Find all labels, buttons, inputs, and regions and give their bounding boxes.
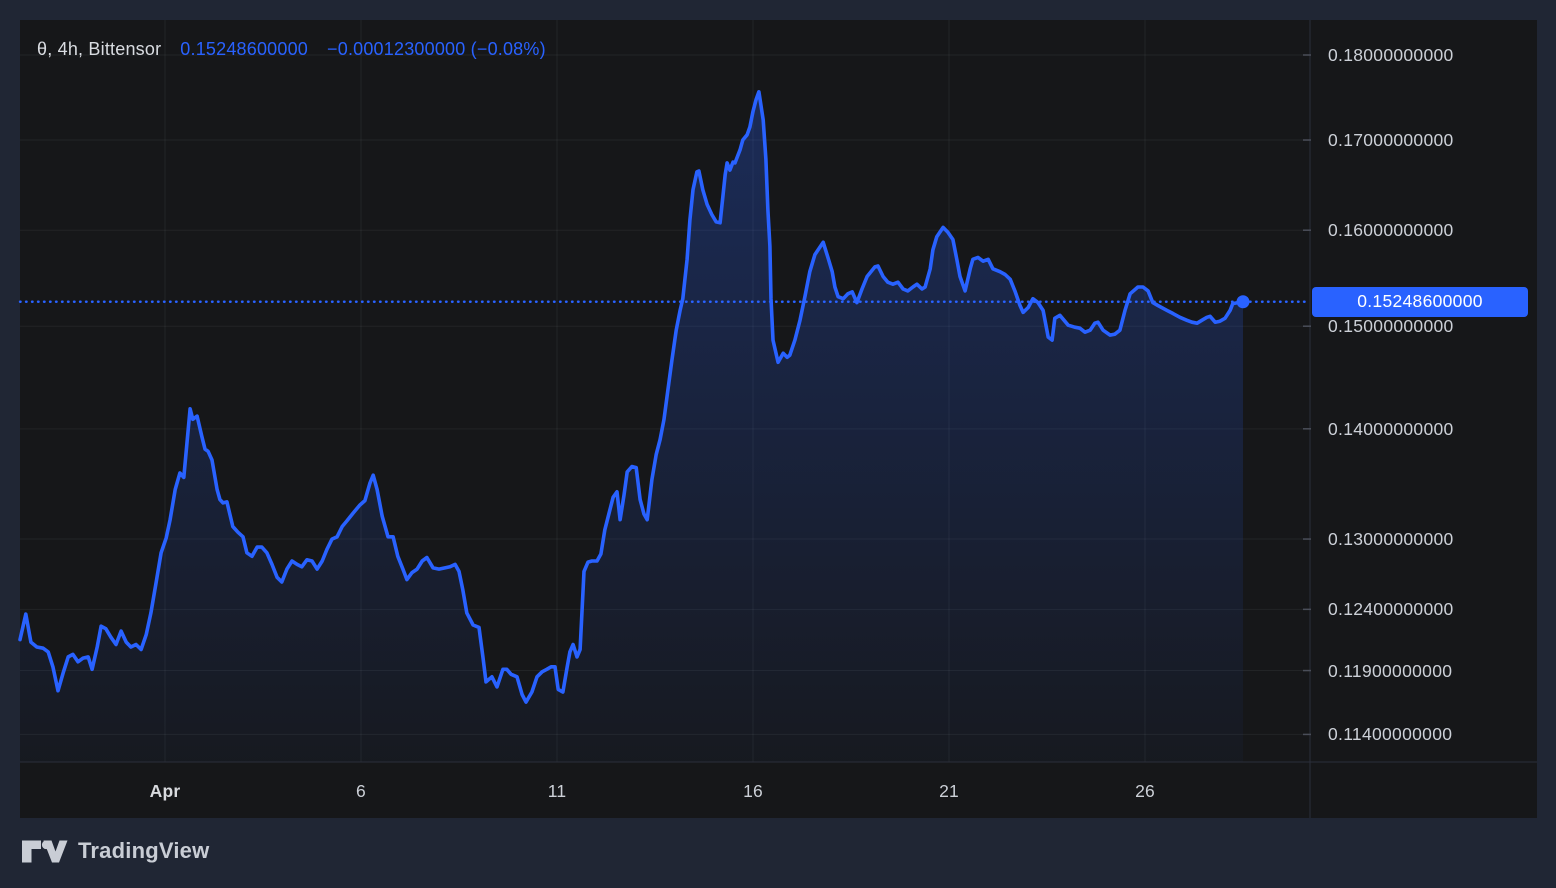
tradingview-logo[interactable]: TradingView	[22, 838, 209, 864]
price-axis-label: 0.15000000000	[1328, 315, 1454, 337]
tradingview-logo-text: TradingView	[78, 838, 209, 864]
price-axis-label: 0.14000000000	[1328, 418, 1454, 440]
price-change-value: −0.00012300000 (−0.08%)	[327, 39, 546, 60]
tradingview-logo-icon	[22, 840, 68, 863]
time-axis-label: 26	[1105, 781, 1185, 802]
price-axis-label: 0.11900000000	[1328, 660, 1452, 682]
price-axis[interactable]: 0.15248600000 0.18000000000 0.17000000000…	[1310, 20, 1537, 762]
price-axis-label: 0.13000000000	[1328, 528, 1454, 550]
widget-frame: θ, 4h, Bittensor 0.15248600000 −0.000123…	[0, 0, 1556, 888]
time-axis-label: 11	[517, 781, 597, 802]
area-fill	[20, 92, 1243, 762]
time-axis-label: 21	[909, 781, 989, 802]
price-axis-label: 0.16000000000	[1328, 219, 1454, 241]
time-axis-label: Apr	[125, 781, 205, 802]
time-axis-label: 6	[321, 781, 401, 802]
current-price-label: 0.15248600000	[1312, 287, 1528, 317]
price-axis-label: 0.17000000000	[1328, 129, 1454, 151]
legend: θ, 4h, Bittensor 0.15248600000 −0.000123…	[37, 39, 546, 60]
last-price-value: 0.15248600000	[180, 39, 308, 60]
price-axis-label: 0.18000000000	[1328, 44, 1454, 66]
time-axis[interactable]: Apr 6 11 16 21 26	[20, 762, 1310, 818]
symbol-title[interactable]: θ, 4h, Bittensor	[37, 39, 161, 60]
last-point-marker	[1237, 295, 1250, 308]
time-axis-label: 16	[713, 781, 793, 802]
price-axis-label: 0.12400000000	[1328, 598, 1454, 620]
price-axis-label: 0.11400000000	[1328, 723, 1452, 745]
